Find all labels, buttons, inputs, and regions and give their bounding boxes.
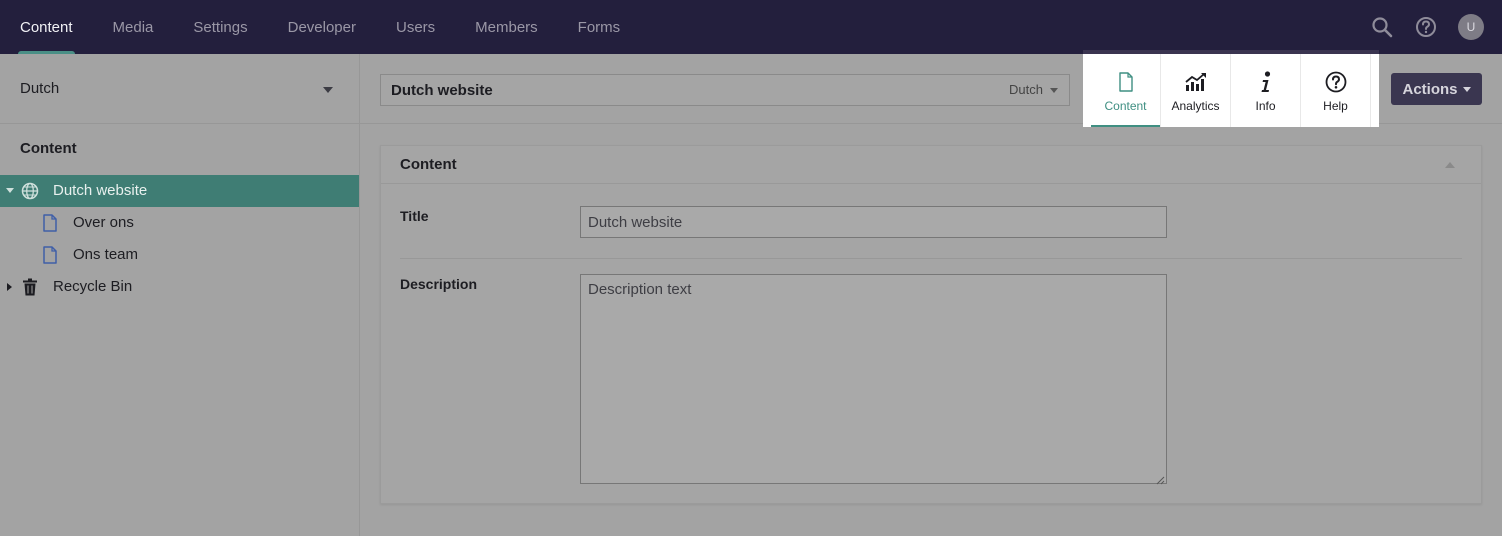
help-icon[interactable] — [1414, 15, 1438, 39]
content-apps: Content Analytics Info Help — [1083, 50, 1379, 127]
document-icon — [1114, 70, 1138, 94]
info-icon — [1254, 70, 1278, 94]
tree-item-label: Ons team — [73, 246, 139, 263]
app-info[interactable]: Info — [1231, 54, 1301, 127]
chevron-down-icon — [323, 87, 333, 93]
content-panel: Content Title Description Description te… — [380, 145, 1482, 504]
chevron-up-icon[interactable] — [1445, 162, 1455, 168]
nav-users[interactable]: Users — [376, 0, 455, 54]
nav-members[interactable]: Members — [455, 0, 558, 54]
top-tools: U — [1370, 0, 1484, 54]
nav-content[interactable]: Content — [0, 0, 93, 54]
description-label: Description — [400, 276, 478, 292]
tree-title: Content — [20, 140, 77, 157]
chevron-down-icon — [1050, 88, 1058, 93]
search-icon[interactable] — [1370, 15, 1394, 39]
culture-selector[interactable]: Dutch — [0, 54, 359, 124]
sidebar: Dutch Content Dutch website Over ons Ons… — [0, 54, 360, 536]
avatar[interactable]: U — [1458, 14, 1484, 40]
editor-header: Dutch website Dutch Content Analytics In… — [360, 50, 1502, 127]
tree-item-ons-team[interactable]: Ons team — [0, 239, 359, 271]
tree-item-label: Over ons — [73, 214, 134, 231]
chevron-down-icon — [1462, 86, 1471, 92]
app-help[interactable]: Help — [1301, 54, 1371, 127]
description-value: Description text — [588, 281, 692, 298]
culture-label: Dutch — [20, 80, 60, 97]
main-navigation: Content Media Settings Developer Users M… — [0, 0, 640, 54]
app-label: Analytics — [1171, 99, 1220, 113]
app-analytics[interactable]: Analytics — [1161, 54, 1231, 127]
app-label: Info — [1255, 99, 1276, 113]
panel-title: Content — [400, 156, 457, 173]
expand-arrow-icon[interactable] — [7, 283, 12, 291]
chart-icon — [1184, 70, 1208, 94]
actions-label: Actions — [1402, 80, 1458, 98]
panel-header[interactable]: Content — [381, 146, 1481, 184]
actions-button[interactable]: Actions — [1391, 73, 1482, 105]
help-icon — [1324, 70, 1348, 94]
tree-item-recycle-bin[interactable]: Recycle Bin — [0, 271, 359, 303]
app-label: Help — [1323, 99, 1348, 113]
expand-arrow-icon[interactable] — [6, 188, 14, 193]
nav-developer[interactable]: Developer — [268, 0, 376, 54]
app-content[interactable]: Content — [1091, 54, 1161, 127]
description-textarea[interactable]: Description text — [580, 274, 1167, 485]
app-label: Content — [1104, 99, 1147, 113]
resize-handle-icon[interactable] — [1155, 472, 1165, 485]
top-bar: Content Media Settings Developer Users M… — [0, 0, 1502, 54]
node-name-input[interactable]: Dutch website Dutch — [380, 74, 1070, 106]
property-divider — [400, 258, 1462, 259]
trash-icon — [21, 278, 39, 296]
nav-media[interactable]: Media — [93, 0, 174, 54]
node-name-value: Dutch website — [391, 81, 493, 99]
tree-item-label: Recycle Bin — [53, 278, 133, 295]
tree-item-over-ons[interactable]: Over ons — [0, 207, 359, 239]
title-label: Title — [400, 208, 429, 224]
globe-icon — [21, 182, 39, 200]
document-icon — [41, 214, 59, 232]
tree-item-label: Dutch website — [53, 182, 148, 199]
language-selector[interactable]: Dutch — [1009, 82, 1043, 97]
tree-item-dutch-website[interactable]: Dutch website — [0, 175, 359, 207]
nav-settings[interactable]: Settings — [173, 0, 267, 54]
document-icon — [41, 246, 59, 264]
nav-forms[interactable]: Forms — [558, 0, 641, 54]
title-input[interactable] — [580, 206, 1167, 238]
